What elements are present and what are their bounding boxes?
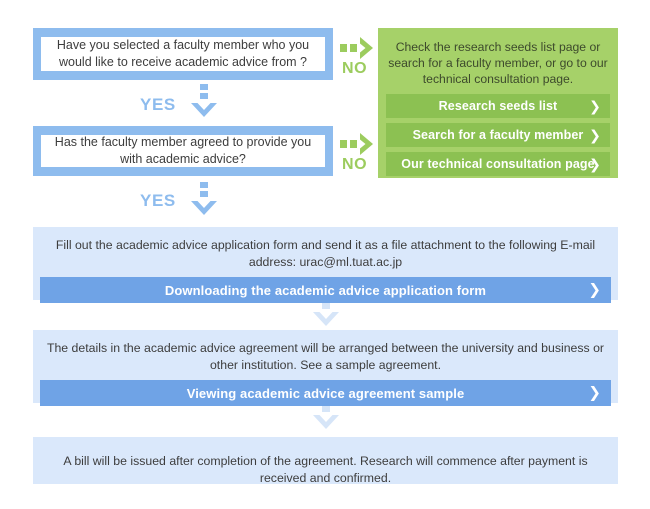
step-application-form-text: Fill out the academic advice application… xyxy=(55,238,596,269)
chevron-right-icon: ❯ xyxy=(589,127,601,143)
step-application-form-band: Fill out the academic advice application… xyxy=(33,227,618,303)
branch-panel-text: Check the research seeds list page or se… xyxy=(388,40,608,86)
connector-arrow-2 xyxy=(312,406,340,434)
yes-label-1: YES xyxy=(140,95,176,114)
technical-consultation-page-button[interactable]: Our technical consultation page ❯ xyxy=(386,152,610,176)
decision-box-faculty-agreed-text: Has the faculty member agreed to provide… xyxy=(41,135,325,167)
research-seeds-list-button[interactable]: Research seeds list ❯ xyxy=(386,94,610,118)
research-seeds-list-label: Research seeds list xyxy=(438,99,558,113)
yes-label-2: YES xyxy=(140,191,176,210)
step-agreement-text: The details in the academic advice agree… xyxy=(46,341,605,372)
no-arrow-2 xyxy=(340,132,378,156)
search-faculty-member-button[interactable]: Search for a faculty member ❯ xyxy=(386,123,610,147)
chevron-right-icon: ❯ xyxy=(588,281,601,299)
decision-box-faculty-agreed: Has the faculty member agreed to provide… xyxy=(33,126,333,176)
step-billing-text: A bill will be issued after completion o… xyxy=(63,454,588,485)
search-faculty-member-label: Search for a faculty member xyxy=(412,128,584,142)
yes-arrow-1 xyxy=(190,84,218,122)
chevron-right-icon: ❯ xyxy=(588,384,601,402)
view-agreement-sample-button[interactable]: Viewing academic advice agreement sample… xyxy=(40,380,611,406)
no-label-1: NO xyxy=(342,60,368,77)
branch-panel-green: Check the research seeds list page or se… xyxy=(378,28,618,178)
download-application-form-label: Downloading the academic advice applicat… xyxy=(164,282,487,298)
technical-consultation-page-label: Our technical consultation page xyxy=(401,157,595,171)
no-arrow-1 xyxy=(340,36,378,60)
decision-box-faculty-selected: Have you selected a faculty member who y… xyxy=(33,28,333,80)
connector-arrow-1 xyxy=(312,303,340,331)
decision-box-faculty-selected-text: Have you selected a faculty member who y… xyxy=(41,37,325,71)
view-agreement-sample-label: Viewing academic advice agreement sample xyxy=(186,385,465,401)
flowchart-canvas: Have you selected a faculty member who y… xyxy=(0,0,650,509)
chevron-right-icon: ❯ xyxy=(589,98,601,114)
chevron-right-icon: ❯ xyxy=(589,156,601,172)
download-application-form-button[interactable]: Downloading the academic advice applicat… xyxy=(40,277,611,303)
no-label-2: NO xyxy=(342,156,368,173)
step-agreement-band: The details in the academic advice agree… xyxy=(33,330,618,406)
yes-arrow-2 xyxy=(190,182,218,220)
step-billing-band: A bill will be issued after completion o… xyxy=(33,437,618,485)
